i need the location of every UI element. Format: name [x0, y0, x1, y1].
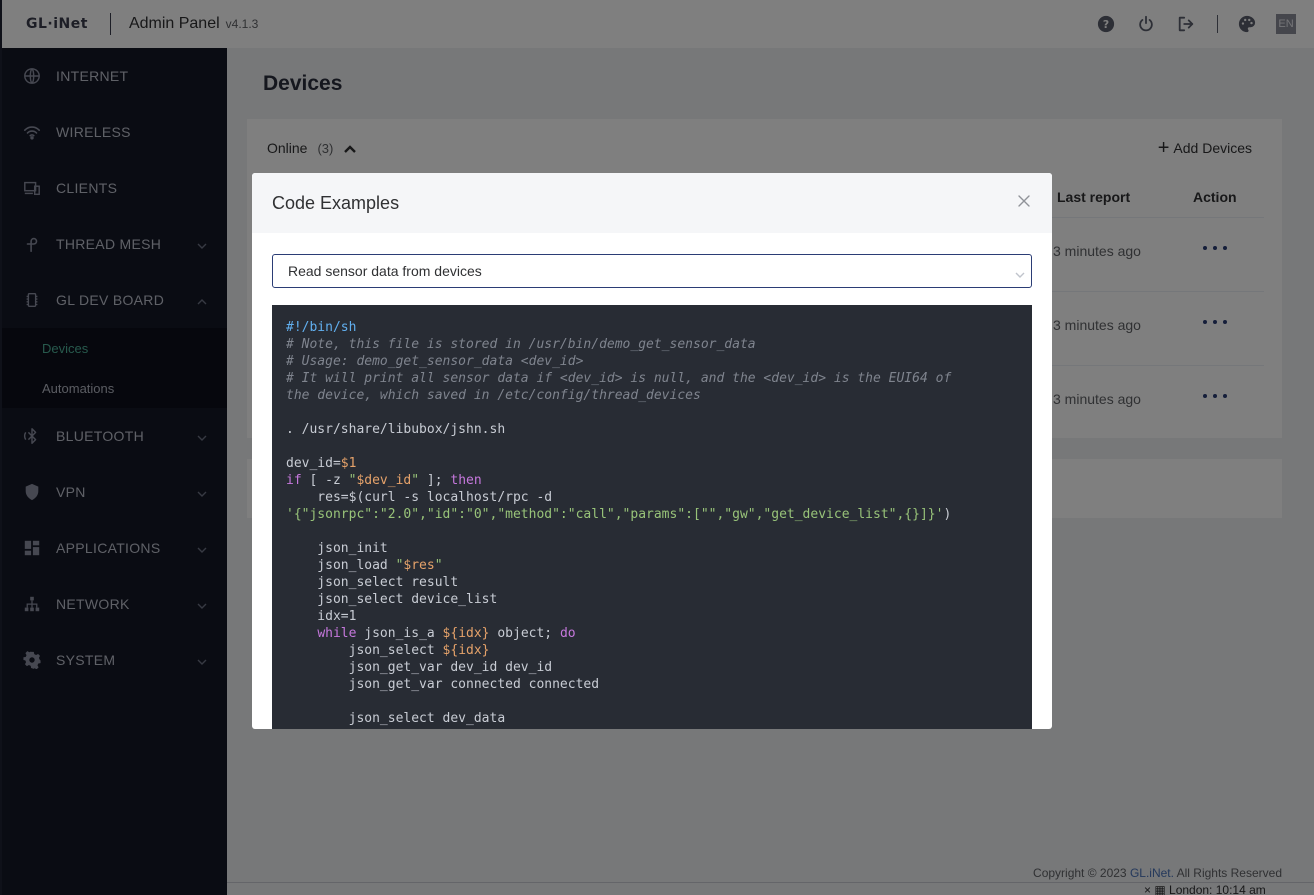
dialog-header: Code Examples — [252, 173, 1052, 233]
dialog-title: Code Examples — [272, 192, 400, 213]
code-token: ${idx} — [442, 626, 490, 641]
code-line: json_get_var dev_id dev_id — [286, 659, 1018, 676]
close-icon[interactable] — [1016, 193, 1032, 209]
code-token: $res — [403, 558, 435, 573]
code-line: json_load "$res" — [286, 557, 1018, 574]
code-token: res=$(curl -s localhost/rpc -d — [286, 490, 553, 505]
example-select-value: Read sensor data from devices — [288, 263, 482, 279]
code-token: $dev_id — [356, 473, 412, 488]
code-line: json_get_var connected connected — [286, 676, 1018, 693]
code-token: json_select result — [286, 575, 459, 590]
code-token: json_load — [286, 558, 396, 573]
code-token: ) — [943, 507, 952, 522]
code-line: # It will print all sensor data if <dev_… — [286, 370, 1018, 387]
code-line: # Usage: demo_get_sensor_data <dev_id> — [286, 353, 1018, 370]
code-line: dev_id=$1 — [286, 455, 1018, 472]
code-token: then — [450, 473, 482, 488]
code-token: json_select device_list — [286, 592, 498, 607]
code-token: " — [434, 558, 443, 573]
code-line: #!/bin/sh — [286, 319, 1018, 336]
code-token: [ -z — [301, 473, 349, 488]
code-token: json_select — [286, 643, 443, 658]
code-line: json_select dev_data — [286, 710, 1018, 727]
code-token: # It will print all sensor data if <dev_… — [286, 371, 952, 386]
code-token: do — [559, 626, 576, 641]
code-token: # Usage: demo_get_sensor_data <dev_id> — [286, 354, 584, 369]
code-token: json_get_var connected connected — [286, 677, 600, 692]
chevron-down-icon — [1015, 267, 1025, 278]
code-token: ]; — [419, 473, 451, 488]
code-token: " — [411, 473, 420, 488]
code-token: ${idx} — [442, 643, 490, 658]
code-line: while json_is_a ${idx} object; do — [286, 625, 1018, 642]
code-token: the device, which saved in /etc/config/t… — [286, 388, 701, 403]
code-token: json_is_a — [356, 626, 443, 641]
code-token: . /usr/share/libubox/jshn.sh — [286, 422, 506, 437]
code-token: idx=1 — [286, 609, 357, 624]
code-token: object; — [489, 626, 560, 641]
code-line: json_init — [286, 540, 1018, 557]
code-line: if [ -z "$dev_id" ]; then — [286, 472, 1018, 489]
example-select[interactable]: Read sensor data from devices — [272, 254, 1032, 288]
code-line: json_select device_list — [286, 591, 1018, 608]
code-line: the device, which saved in /etc/config/t… — [286, 387, 1018, 404]
code-line: . /usr/share/libubox/jshn.sh — [286, 421, 1018, 438]
code-line: json_select result — [286, 574, 1018, 591]
code-token: while — [317, 626, 357, 641]
code-examples-dialog: Code Examples Read sensor data from devi… — [252, 173, 1052, 729]
code-line: '{"jsonrpc":"2.0","id":"0","method":"cal… — [286, 506, 1018, 523]
code-token: '{"jsonrpc":"2.0","id":"0","method":"cal… — [286, 507, 944, 522]
code-line: # Note, this file is stored in /usr/bin/… — [286, 336, 1018, 353]
code-token: json_init — [286, 541, 388, 556]
code-line: res=$(curl -s localhost/rpc -d — [286, 489, 1018, 506]
code-token: json_get_var dev_id dev_id — [286, 660, 553, 675]
code-line: idx=1 — [286, 608, 1018, 625]
code-token: dev_id= — [286, 456, 341, 471]
code-token: if — [286, 473, 302, 488]
code-token: #!/bin/sh — [286, 320, 357, 335]
code-token: # Note, this file is stored in /usr/bin/… — [286, 337, 756, 352]
code-block[interactable]: #!/bin/sh # Note, this file is stored in … — [272, 305, 1032, 729]
code-content: #!/bin/sh # Note, this file is stored in … — [286, 319, 1018, 727]
code-token: json_select dev_data — [286, 711, 506, 726]
code-token: $1 — [340, 456, 357, 471]
code-line: json_select ${idx} — [286, 642, 1018, 659]
